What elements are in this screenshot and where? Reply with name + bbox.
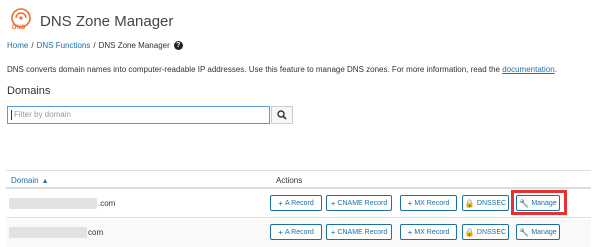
plus-icon: + bbox=[278, 227, 283, 237]
redacted-domain bbox=[9, 198, 97, 209]
table-header: Domain ▲ Actions bbox=[6, 170, 591, 189]
search-icon bbox=[277, 110, 287, 120]
plus-icon: + bbox=[407, 198, 413, 208]
button-label: CNAME Record bbox=[337, 228, 388, 236]
wrench-icon: 🔧 bbox=[519, 227, 530, 237]
breadcrumb: Home / DNS Functions / DNS Zone Manager … bbox=[7, 41, 183, 50]
plus-icon: + bbox=[278, 198, 283, 208]
button-label: MX Record bbox=[414, 228, 450, 236]
plus-icon: + bbox=[407, 227, 413, 237]
table-row: .com + A Record + CNAME Record + MX Record … bbox=[6, 190, 591, 218]
breadcrumb-separator: / bbox=[31, 41, 34, 50]
add-mx-record-button[interactable]: + MX Record bbox=[400, 224, 457, 240]
redacted-domain bbox=[9, 227, 87, 238]
manage-highlight-box bbox=[511, 190, 567, 215]
plus-icon: + bbox=[330, 198, 336, 208]
domain-column-label: Domain bbox=[11, 176, 39, 185]
page-title: DNS Zone Manager bbox=[40, 12, 174, 30]
documentation-link[interactable]: documentation bbox=[502, 65, 554, 74]
plus-icon: + bbox=[330, 227, 336, 237]
lock-icon: 🔒 bbox=[464, 198, 475, 208]
add-cname-record-button[interactable]: + CNAME Record bbox=[326, 195, 392, 211]
button-label: A Record bbox=[284, 228, 314, 236]
add-cname-record-button[interactable]: + CNAME Record bbox=[326, 224, 392, 240]
domain-column-header[interactable]: Domain ▲ bbox=[11, 176, 49, 185]
button-label: A Record bbox=[284, 199, 314, 207]
button-label: MX Record bbox=[414, 199, 450, 207]
button-label: DNSSEC bbox=[476, 199, 507, 207]
domains-heading: Domains bbox=[7, 85, 51, 97]
search-button[interactable] bbox=[271, 106, 293, 124]
add-a-record-button[interactable]: + A Record bbox=[270, 224, 322, 240]
help-icon[interactable]: ? bbox=[173, 41, 183, 50]
breadcrumb-home-link[interactable]: Home bbox=[7, 41, 28, 50]
button-label: CNAME Record bbox=[337, 199, 388, 207]
filter-domain-input[interactable]: Filter by domain bbox=[7, 106, 270, 124]
add-a-record-button[interactable]: + A Record bbox=[270, 195, 322, 211]
description-text: DNS converts domain names into computer-… bbox=[7, 65, 503, 74]
lock-icon: 🔒 bbox=[464, 227, 475, 237]
domain-suffix: com bbox=[88, 228, 104, 237]
manage-button[interactable]: 🔧 Manage bbox=[516, 224, 560, 240]
dns-logo-icon: DNS bbox=[6, 5, 36, 37]
breadcrumb-separator: / bbox=[93, 41, 96, 50]
dnssec-button[interactable]: 🔒 DNSSEC bbox=[462, 224, 509, 240]
actions-column-header: Actions bbox=[276, 176, 303, 185]
table-row: com + A Record + CNAME Record + MX Record 🔒… bbox=[6, 219, 591, 247]
breadcrumb-dns-functions-link[interactable]: DNS Functions bbox=[37, 41, 91, 50]
page-header: DNS DNS Zone Manager bbox=[6, 4, 173, 38]
description-end: . bbox=[554, 65, 557, 74]
button-label: DNSSEC bbox=[476, 228, 507, 236]
domain-suffix: .com bbox=[98, 199, 116, 208]
logo-text: DNS bbox=[12, 25, 26, 31]
page-description: DNS converts domain names into computer-… bbox=[7, 65, 557, 74]
breadcrumb-current: DNS Zone Manager bbox=[98, 41, 170, 50]
button-label: Manage bbox=[531, 228, 557, 236]
add-mx-record-button[interactable]: + MX Record bbox=[400, 195, 457, 211]
dnssec-button[interactable]: 🔒 DNSSEC bbox=[462, 195, 509, 211]
chevron-up-icon: ▲ bbox=[41, 178, 49, 185]
